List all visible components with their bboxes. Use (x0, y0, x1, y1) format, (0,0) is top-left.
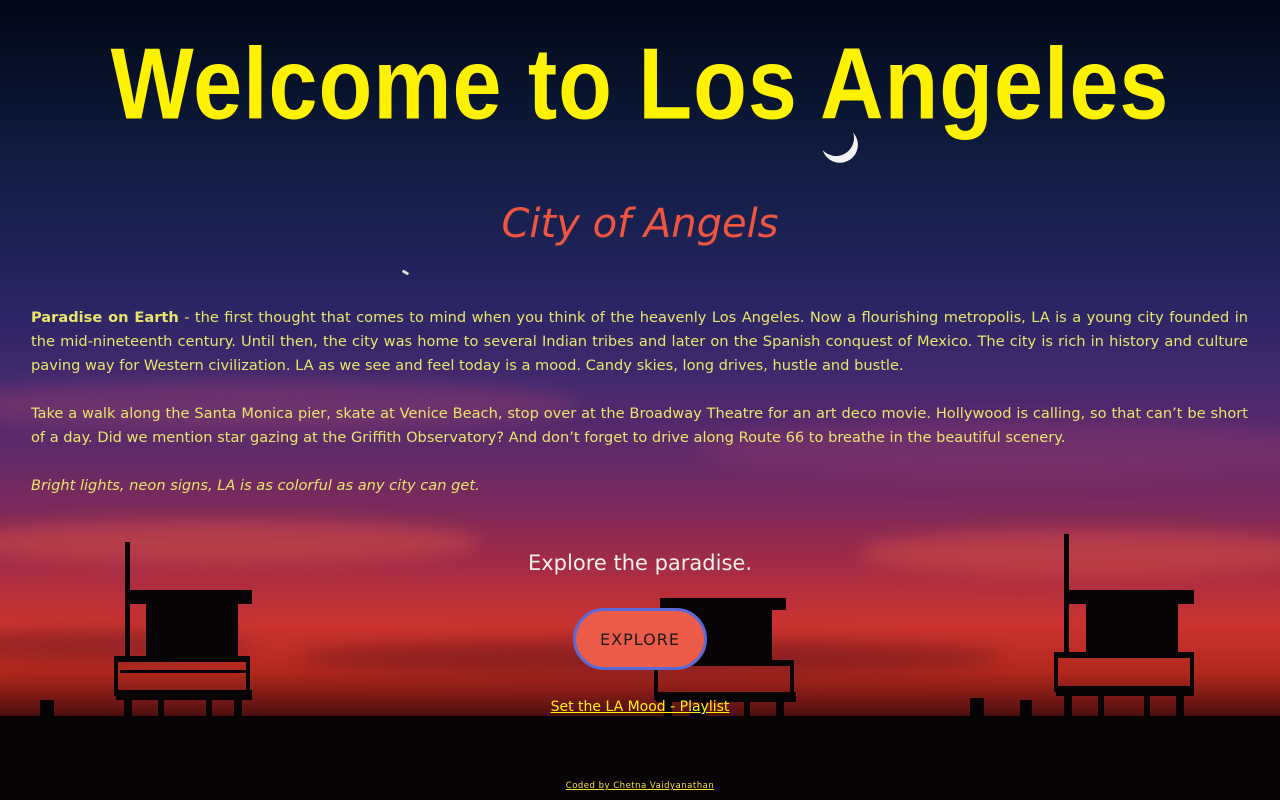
intro-tagline: Bright lights, neon signs, LA is as colo… (31, 477, 480, 494)
page-subtitle: City of Angels (501, 201, 779, 247)
author-credit-link[interactable]: Coded by Chetna Vaidyanathan (566, 781, 714, 791)
intro-section: Paradise on Earth - the first thought th… (31, 306, 1248, 522)
intro-paragraph-1-text: - the first thought that comes to mind w… (31, 309, 1249, 374)
page-title: Welcome to Los Angeles (110, 26, 1170, 141)
explore-heading: Explore the paradise. (527, 551, 753, 575)
intro-paragraph-2: Take a walk along the Santa Monica pier,… (31, 405, 1248, 446)
footer-credit: Coded by Chetna Vaidyanathan (0, 779, 1280, 793)
playlist-link-container: Set the LA Mood - Playlist (0, 696, 1280, 718)
playlist-link[interactable]: Set the LA Mood - Playlist (551, 699, 730, 715)
explore-button[interactable]: EXPLORE (573, 608, 707, 670)
intro-lead: Paradise on Earth (31, 309, 179, 326)
bird-icon (401, 269, 410, 276)
intro-paragraph-1: Paradise on Earth - the first thought th… (31, 306, 1248, 378)
